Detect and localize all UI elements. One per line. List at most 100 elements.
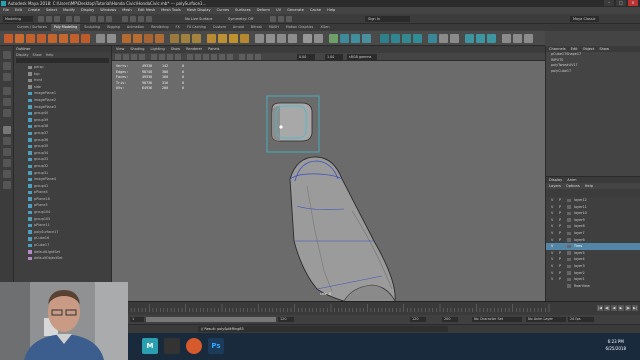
layer-menu-help[interactable]: Help: [585, 183, 593, 189]
animation-end-field[interactable]: 200: [442, 317, 458, 322]
outliner-item[interactable]: pPlane5: [14, 202, 111, 209]
menu-mesh-display[interactable]: Mesh Display: [187, 7, 211, 14]
lasso-tool-icon[interactable]: [3, 62, 11, 70]
layer-row[interactable]: V Player6: [546, 237, 640, 244]
outliner-item[interactable]: pCube16: [14, 235, 111, 242]
layer-row[interactable]: V Player5: [546, 250, 640, 257]
harden-edge-icon[interactable]: [450, 34, 459, 43]
layer-row[interactable]: V Player4: [546, 256, 640, 263]
anim-layer-dropdown[interactable]: No Anim Layer: [526, 317, 566, 322]
layer-row[interactable]: V Player11: [546, 204, 640, 211]
isolate-select-icon[interactable]: [255, 54, 261, 60]
layer-row[interactable]: V Player8: [546, 223, 640, 230]
layer-row-selected[interactable]: V Tires: [546, 243, 640, 250]
menu-deform[interactable]: Deform: [257, 7, 270, 14]
playback-end-field[interactable]: 120: [278, 317, 294, 322]
xray-joints-icon[interactable]: [247, 54, 253, 60]
exposure-field[interactable]: 0.00: [297, 54, 315, 60]
playback-start-field[interactable]: 1: [130, 317, 144, 322]
outliner-item[interactable]: group32: [14, 163, 111, 170]
select-by-object-icon[interactable]: [98, 16, 104, 22]
viewport[interactable]: Verts: 49330 142 0 Edges: 98748 300 0 Faces: 49…: [112, 61, 545, 301]
layer-row[interactable]: RearView: [546, 283, 640, 290]
outliner-menu-show[interactable]: Show: [33, 52, 42, 58]
layer-row[interactable]: V Player2: [546, 270, 640, 277]
insert-edge-loop-icon[interactable]: [266, 34, 275, 43]
outliner-item[interactable]: side: [14, 84, 111, 91]
outliner-item[interactable]: group36: [14, 137, 111, 144]
uv-editor-icon[interactable]: [329, 34, 338, 43]
platonic-solid-icon[interactable]: [81, 34, 90, 43]
panel-menu-show[interactable]: Show: [171, 46, 180, 53]
wireframe-icon[interactable]: [187, 54, 193, 60]
layout-icon[interactable]: [413, 34, 422, 43]
cylindrical-mapping-icon[interactable]: [362, 34, 371, 43]
hypershade-layout-icon[interactable]: [3, 181, 11, 189]
shelf-tab[interactable]: FX Caching: [184, 24, 209, 31]
cb-menu-show[interactable]: Show: [599, 46, 609, 52]
time-slider[interactable]: |◀ ◀| ◀ ▶ |▶ ▶|: [112, 301, 640, 315]
multi-cut-icon[interactable]: [255, 34, 264, 43]
target-weld-icon[interactable]: [303, 34, 312, 43]
shelf-tab[interactable]: FX: [173, 24, 183, 31]
snap-grid-icon[interactable]: [122, 16, 128, 22]
select-tool-icon[interactable]: [3, 51, 11, 59]
menu-file[interactable]: File: [3, 7, 9, 14]
poly-cone-icon[interactable]: [37, 34, 46, 43]
outliner-item[interactable]: persp: [14, 64, 111, 71]
menu-edit-mesh[interactable]: Edit Mesh: [138, 7, 156, 14]
outliner-item[interactable]: imagePlane3: [14, 104, 111, 111]
svg-icon[interactable]: [107, 34, 116, 43]
go-to-start-button[interactable]: |◀: [597, 305, 603, 311]
automatic-mapping-icon[interactable]: [351, 34, 360, 43]
mode-dropdown[interactable]: Modeling: [3, 16, 33, 22]
persp-outliner-layout-icon[interactable]: [3, 148, 11, 156]
bridge-icon[interactable]: [218, 34, 227, 43]
go-to-end-button[interactable]: ▶|: [632, 305, 638, 311]
menu-windows[interactable]: Windows: [100, 7, 116, 14]
live-surface-label[interactable]: No Live Surface: [185, 16, 212, 22]
step-forward-key-button[interactable]: |▶: [625, 305, 631, 311]
outliner-item[interactable]: imagePlane1: [14, 90, 111, 97]
layer-row[interactable]: V Player1: [546, 276, 640, 283]
maximize-button[interactable]: □: [616, 0, 626, 6]
delete-history-icon[interactable]: [487, 34, 496, 43]
outliner-item[interactable]: group41: [14, 183, 111, 190]
maya-taskbar-icon[interactable]: M: [142, 338, 158, 354]
fps-dropdown[interactable]: 24 fps: [568, 317, 594, 322]
shelf-tab-active[interactable]: Poly Modeling: [50, 24, 81, 31]
offset-edge-loop-icon[interactable]: [277, 34, 286, 43]
layer-menu-options[interactable]: Options: [566, 183, 580, 189]
outliner-item[interactable]: front: [14, 77, 111, 84]
shadows-icon[interactable]: [227, 54, 233, 60]
panel-menu-panels[interactable]: Panels: [208, 46, 219, 53]
tool-settings-icon[interactable]: [524, 34, 533, 43]
play-backwards-button[interactable]: ◀: [611, 305, 617, 311]
select-by-hierarchy-icon[interactable]: [90, 16, 96, 22]
modeling-toolkit-icon[interactable]: [502, 34, 511, 43]
shelf-tab[interactable]: MASH: [266, 24, 282, 31]
outliner-item[interactable]: group35: [14, 143, 111, 150]
menu-edit[interactable]: Edit: [15, 7, 22, 14]
select-camera-icon[interactable]: [115, 54, 121, 60]
command-result-field[interactable]: // Result: polySplitRing83: [198, 326, 448, 332]
explorer-taskbar-icon[interactable]: [164, 338, 180, 354]
boolean-intersection-icon[interactable]: [192, 34, 201, 43]
outliner-item[interactable]: pPlane4: [14, 189, 111, 196]
extrude-icon[interactable]: [207, 34, 216, 43]
smooth-shade-icon[interactable]: [195, 54, 201, 60]
snap-curve-icon[interactable]: [130, 16, 136, 22]
bevel-icon[interactable]: [229, 34, 238, 43]
rotate-tool-icon[interactable]: [3, 98, 11, 106]
resolution-gate-icon[interactable]: [167, 54, 173, 60]
outliner-item[interactable]: group33: [14, 156, 111, 163]
camera-attributes-icon[interactable]: [123, 54, 129, 60]
ipr-render-icon[interactable]: [278, 16, 284, 22]
snap-point-icon[interactable]: [138, 16, 144, 22]
xray-icon[interactable]: [239, 54, 245, 60]
boolean-union-icon[interactable]: [170, 34, 179, 43]
obs-taskbar-icon[interactable]: [186, 338, 202, 354]
step-back-key-button[interactable]: ◀|: [604, 305, 610, 311]
outliner-item[interactable]: polySurface17: [14, 229, 111, 236]
wireframe-on-shaded-icon[interactable]: [203, 54, 209, 60]
